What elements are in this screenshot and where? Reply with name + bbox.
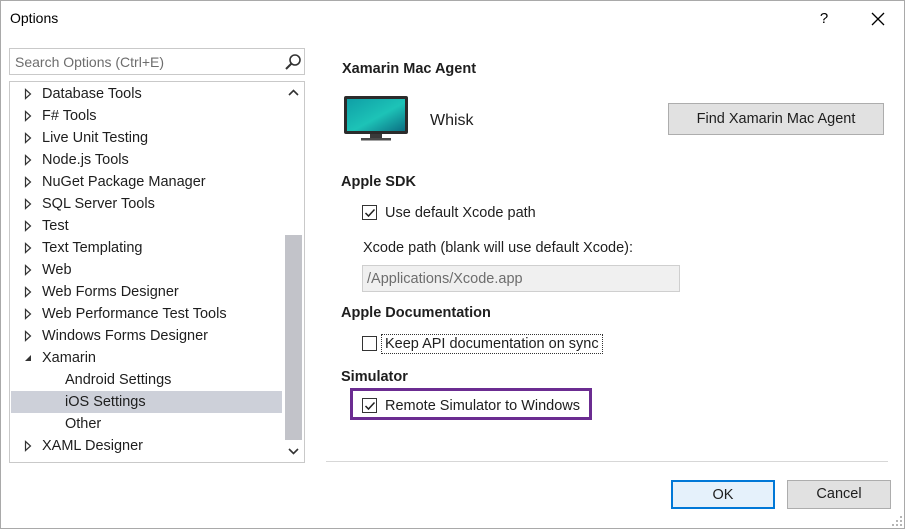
tree-item-label: Text Templating: [42, 240, 143, 256]
monitor-icon: [344, 96, 408, 141]
remote-simulator-label: Remote Simulator to Windows: [385, 398, 581, 414]
collapsed-arrow-icon[interactable]: [22, 259, 34, 281]
collapsed-arrow-icon[interactable]: [22, 127, 34, 149]
tree-item-label: XAML Designer: [42, 438, 144, 454]
remote-simulator-checkbox[interactable]: [362, 398, 377, 413]
scroll-down-icon[interactable]: [283, 442, 304, 460]
collapsed-arrow-icon[interactable]: [22, 171, 34, 193]
expanded-arrow-icon[interactable]: [22, 347, 34, 369]
find-mac-agent-button[interactable]: Find Xamarin Mac Agent: [668, 103, 884, 135]
collapsed-arrow-icon[interactable]: [22, 149, 34, 171]
search-icon[interactable]: [284, 53, 302, 71]
xcode-path-label: Xcode path (blank will use default Xcode…: [363, 240, 634, 256]
tree-item[interactable]: iOS Settings: [11, 391, 282, 413]
tree-item-label: Other: [65, 416, 102, 432]
agent-name: Whisk: [430, 112, 474, 129]
tree-item[interactable]: Xamarin: [11, 347, 282, 369]
options-dialog: Options ? Database Tools F# Tools Live Uni…: [0, 0, 905, 529]
keep-api-docs-row[interactable]: Keep API documentation on sync: [362, 335, 602, 353]
dialog-title: Options: [10, 10, 59, 26]
tree-item-label: Test: [42, 218, 69, 234]
tree-item[interactable]: Other: [11, 413, 282, 435]
mac-agent-heading: Xamarin Mac Agent: [342, 61, 477, 77]
check-icon: [364, 401, 376, 411]
keep-api-docs-checkbox[interactable]: [362, 336, 377, 351]
tree-item[interactable]: Web Forms Designer: [11, 281, 282, 303]
close-icon: [871, 12, 885, 26]
simulator-heading: Simulator: [341, 369, 408, 385]
scroll-thumb[interactable]: [285, 235, 302, 440]
tree-item-label: F# Tools: [42, 108, 97, 124]
resize-grip-icon[interactable]: [891, 515, 903, 527]
tree-item[interactable]: Text Templating: [11, 237, 282, 259]
tree-item[interactable]: Web: [11, 259, 282, 281]
tree-item[interactable]: NuGet Package Manager: [11, 171, 282, 193]
tree-item[interactable]: Database Tools: [11, 83, 282, 105]
xcode-path-field: [362, 265, 680, 292]
tree-item-label: Web Performance Test Tools: [42, 306, 227, 322]
tree-item-label: SQL Server Tools: [42, 196, 155, 212]
use-default-xcode-label: Use default Xcode path: [385, 205, 536, 221]
tree-item[interactable]: F# Tools: [11, 105, 282, 127]
tree-item-label: NuGet Package Manager: [42, 174, 206, 190]
keep-api-docs-label: Keep API documentation on sync: [385, 336, 599, 352]
collapsed-arrow-icon[interactable]: [22, 83, 34, 105]
collapsed-arrow-icon[interactable]: [22, 281, 34, 303]
tree-item-label: Database Tools: [42, 86, 142, 102]
help-button[interactable]: ?: [809, 5, 839, 33]
tree-item[interactable]: Android Settings: [11, 369, 282, 391]
check-icon: [364, 208, 376, 218]
apple-docs-heading: Apple Documentation: [341, 305, 491, 321]
collapsed-arrow-icon[interactable]: [22, 325, 34, 347]
search-options-box: [9, 48, 305, 75]
collapsed-arrow-icon[interactable]: [22, 237, 34, 259]
scroll-up-icon[interactable]: [283, 84, 304, 102]
collapsed-arrow-icon[interactable]: [22, 215, 34, 237]
tree-item[interactable]: Node.js Tools: [11, 149, 282, 171]
tree-item[interactable]: XAML Designer: [11, 435, 282, 457]
tree-item-label: Live Unit Testing: [42, 130, 149, 146]
tree-item[interactable]: SQL Server Tools: [11, 193, 282, 215]
apple-sdk-heading: Apple SDK: [341, 174, 416, 190]
tree-item[interactable]: Web Performance Test Tools: [11, 303, 282, 325]
tree-item-label: Web Forms Designer: [42, 284, 179, 300]
tree-item-label: Android Settings: [65, 372, 172, 388]
use-default-xcode-row[interactable]: Use default Xcode path: [362, 204, 562, 222]
tree-item[interactable]: Live Unit Testing: [11, 127, 282, 149]
tree-item-label: Node.js Tools: [42, 152, 129, 168]
options-tree: Database Tools F# Tools Live Unit Testing N…: [9, 81, 305, 463]
collapsed-arrow-icon[interactable]: [22, 435, 34, 457]
cancel-button[interactable]: Cancel: [787, 480, 891, 509]
collapsed-arrow-icon[interactable]: [22, 303, 34, 325]
tree-item-label: iOS Settings: [65, 394, 146, 410]
tree-item-label: Windows Forms Designer: [42, 328, 208, 344]
tree-item-label: Web: [42, 262, 72, 278]
tree-scrollbar[interactable]: [283, 82, 304, 462]
tree-item[interactable]: Test: [11, 215, 282, 237]
use-default-xcode-checkbox[interactable]: [362, 205, 377, 220]
search-input[interactable]: [15, 53, 275, 71]
collapsed-arrow-icon[interactable]: [22, 193, 34, 215]
close-button[interactable]: [863, 5, 893, 33]
footer-divider: [326, 461, 888, 462]
tree-item[interactable]: Windows Forms Designer: [11, 325, 282, 347]
collapsed-arrow-icon[interactable]: [22, 105, 34, 127]
remote-simulator-row[interactable]: Remote Simulator to Windows: [362, 397, 587, 415]
ok-button[interactable]: OK: [671, 480, 775, 509]
tree-item-label: Xamarin: [42, 350, 96, 366]
title-bar: Options ?: [1, 1, 904, 37]
